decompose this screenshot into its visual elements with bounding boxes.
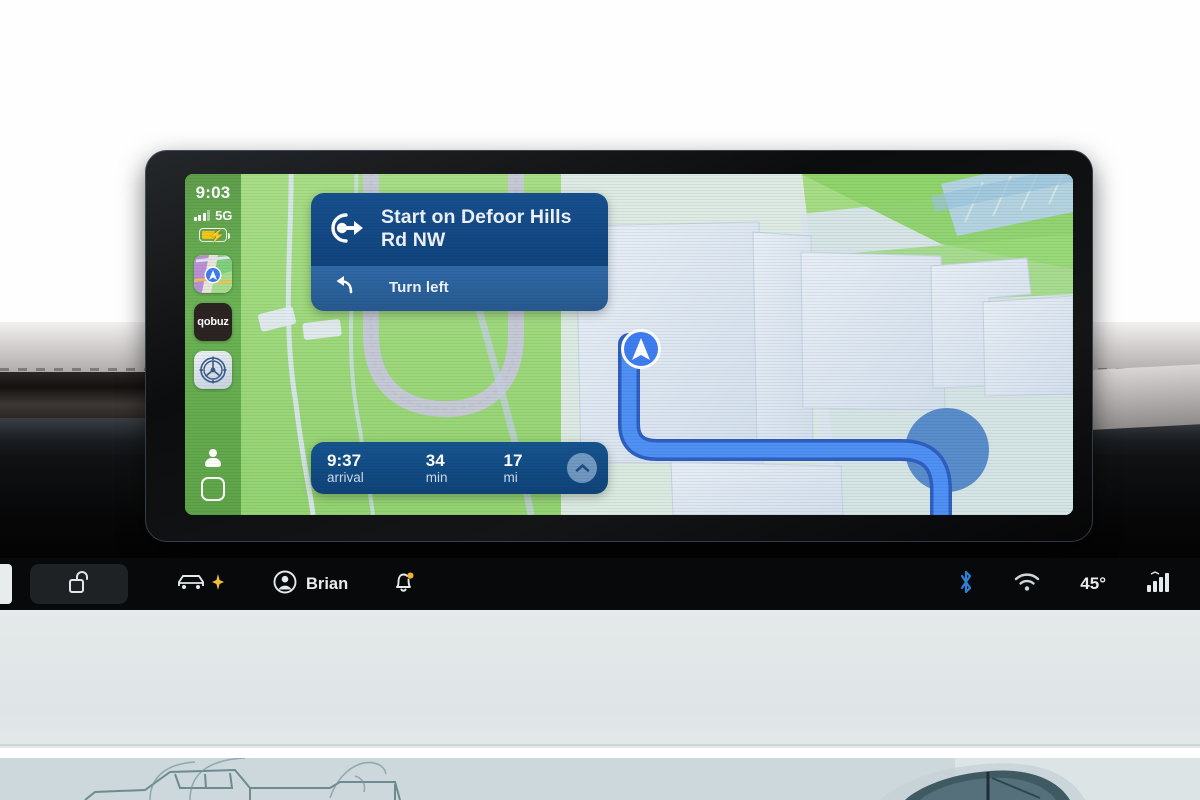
wifi-icon xyxy=(1014,572,1040,597)
carplay-map[interactable]: Start on Defoor Hills Rd NW Turn left 9:… xyxy=(241,174,1073,515)
cellular-bars-icon xyxy=(193,210,211,221)
illustration-top-line xyxy=(0,744,1200,746)
vehicle-illustration-strip xyxy=(0,758,1200,800)
maps-app-icon[interactable] xyxy=(194,255,232,293)
qobuz-app-icon[interactable]: qobuz xyxy=(194,303,232,341)
profile-icon[interactable] xyxy=(205,449,221,467)
vehicle-app-icon[interactable] xyxy=(194,351,232,389)
eta-duration-value: 34 xyxy=(425,450,445,470)
car-icon xyxy=(176,572,206,597)
eta-arrival: 9:37 arrival xyxy=(311,451,364,486)
cellular-signal-icon xyxy=(1146,570,1170,598)
battery-charging-icon: ⚡ xyxy=(199,228,230,243)
status-indicators: 45° xyxy=(958,569,1170,600)
navigation-banner[interactable]: Start on Defoor Hills Rd NW Turn left xyxy=(311,193,608,311)
illustration-white-band xyxy=(0,748,1200,758)
carplay-sidebar-bottom[interactable] xyxy=(201,449,225,515)
unlock-button[interactable] xyxy=(30,564,128,604)
vehicle-button[interactable] xyxy=(176,572,225,597)
carplay-app-list[interactable]: qobuz xyxy=(194,255,232,389)
carplay-network-label: 5G xyxy=(215,208,233,223)
temperature-readout: 45° xyxy=(1080,574,1106,593)
qobuz-app-label: qobuz xyxy=(197,316,229,328)
eta-distance-value: 17 xyxy=(503,450,523,470)
home-button-icon[interactable] xyxy=(201,477,225,501)
carplay-sidebar[interactable]: 9:03 5G ⚡ qobuz xyxy=(185,174,241,515)
eta-duration-label: min xyxy=(425,469,448,485)
carplay-clock: 9:03 xyxy=(195,183,231,202)
bluetooth-icon xyxy=(958,569,974,600)
turn-left-icon xyxy=(333,275,355,300)
eta-duration: 34 min xyxy=(364,451,448,486)
navigation-instruction: Start on Defoor Hills Rd NW xyxy=(381,206,572,251)
eta-arrival-value: 9:37 xyxy=(327,450,362,470)
user-profile-button[interactable]: Brian xyxy=(273,570,348,599)
vehicle-status-bar: Brian 45° xyxy=(0,558,1200,610)
carplay-signal-row: 5G xyxy=(193,208,233,223)
navigation-secondary[interactable]: Turn left xyxy=(311,266,608,311)
infotainment-screen[interactable]: Start on Defoor Hills Rd NW Turn left 9:… xyxy=(185,174,1073,515)
user-circle-icon xyxy=(273,570,297,599)
navigation-next-instruction: Turn left xyxy=(389,279,449,296)
user-name-label: Brian xyxy=(306,574,349,593)
bell-icon xyxy=(392,570,415,599)
edge-tab-handle[interactable] xyxy=(0,564,12,604)
notifications-button[interactable] xyxy=(392,570,415,599)
eta-arrival-label: arrival xyxy=(327,469,364,485)
eta-distance-label: mi xyxy=(503,469,518,485)
eta-distance: 17 mi xyxy=(448,451,523,486)
navigation-primary[interactable]: Start on Defoor Hills Rd NW xyxy=(311,193,608,266)
location-arrow-icon xyxy=(621,329,661,369)
eta-bar[interactable]: 9:37 arrival 34 min 17 mi xyxy=(311,442,608,494)
unlock-icon xyxy=(68,570,90,599)
chevron-up-icon[interactable] xyxy=(567,453,597,483)
depart-start-icon xyxy=(327,210,367,249)
dashboard-right-trim xyxy=(1090,364,1200,430)
sparkle-icon xyxy=(211,573,225,595)
